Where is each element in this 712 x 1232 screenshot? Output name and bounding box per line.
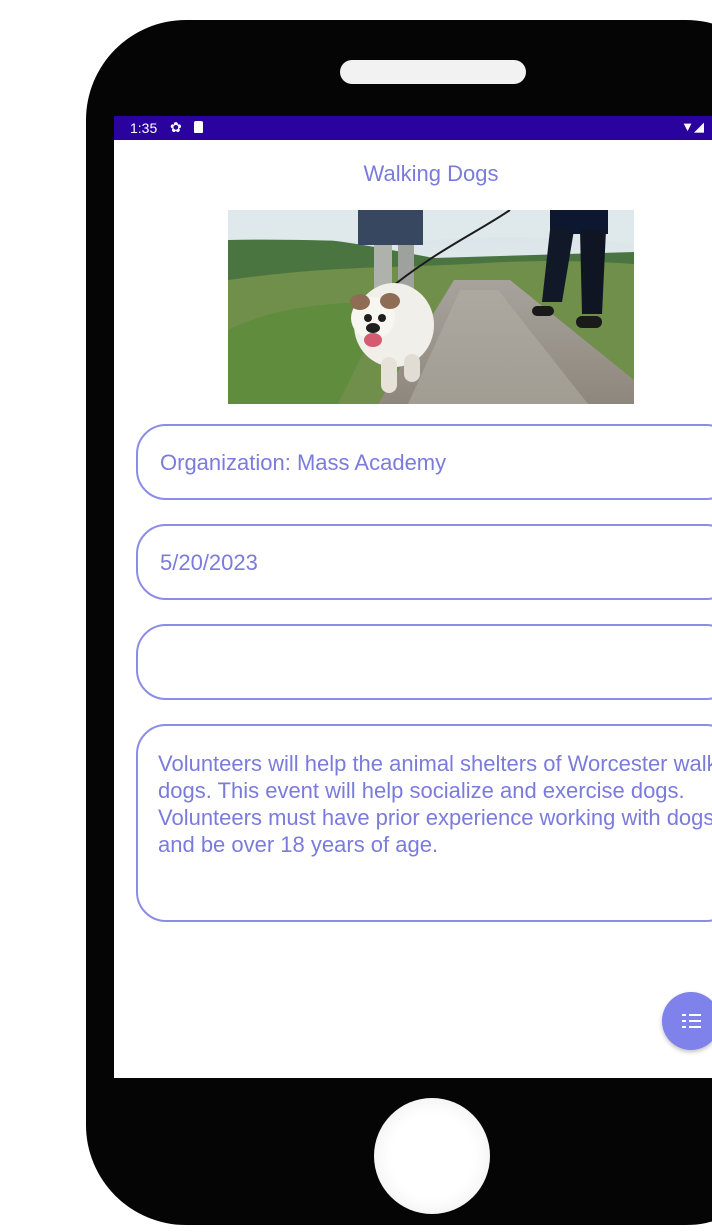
status-bar: 1:35 ✿ ▼◢ <box>114 116 712 140</box>
organization-field[interactable]: Organization: Mass Academy <box>136 424 712 500</box>
date-field[interactable]: 5/20/2023 <box>136 524 712 600</box>
page-title: Walking Dogs <box>363 161 499 186</box>
list-button[interactable] <box>662 992 712 1050</box>
list-icon-line <box>689 1026 701 1028</box>
phone-mockup-stage: 1:35 ✿ ▼◢ Walking Dogs Organization: Mas… <box>0 0 712 1232</box>
list-icon-line <box>689 1020 701 1022</box>
list-icon-bullet <box>682 1026 686 1028</box>
empty-text-field[interactable] <box>136 624 712 700</box>
list-icon-line <box>689 1014 701 1016</box>
dog-walking-photo <box>228 210 634 404</box>
description-field[interactable]: Volunteers will help the animal shelters… <box>136 724 712 922</box>
list-icon-bullet <box>682 1020 686 1022</box>
app-screen: 1:35 ✿ ▼◢ Walking Dogs Organization: Mas… <box>114 116 712 1078</box>
gear-icon: ✿ <box>170 119 182 135</box>
wifi-icon: ▼◢ <box>681 119 704 134</box>
list-icon <box>682 1014 686 1016</box>
date-value: 5/20/2023 <box>160 550 258 575</box>
home-button[interactable] <box>374 1098 490 1214</box>
event-description: Volunteers will help the animal shelters… <box>158 751 712 857</box>
phone-speaker <box>340 60 526 84</box>
dog-walking-photo-svg <box>228 210 634 404</box>
sd-card-icon <box>194 121 203 133</box>
organization-value: Organization: Mass Academy <box>160 450 447 475</box>
status-time: 1:35 <box>130 120 158 136</box>
